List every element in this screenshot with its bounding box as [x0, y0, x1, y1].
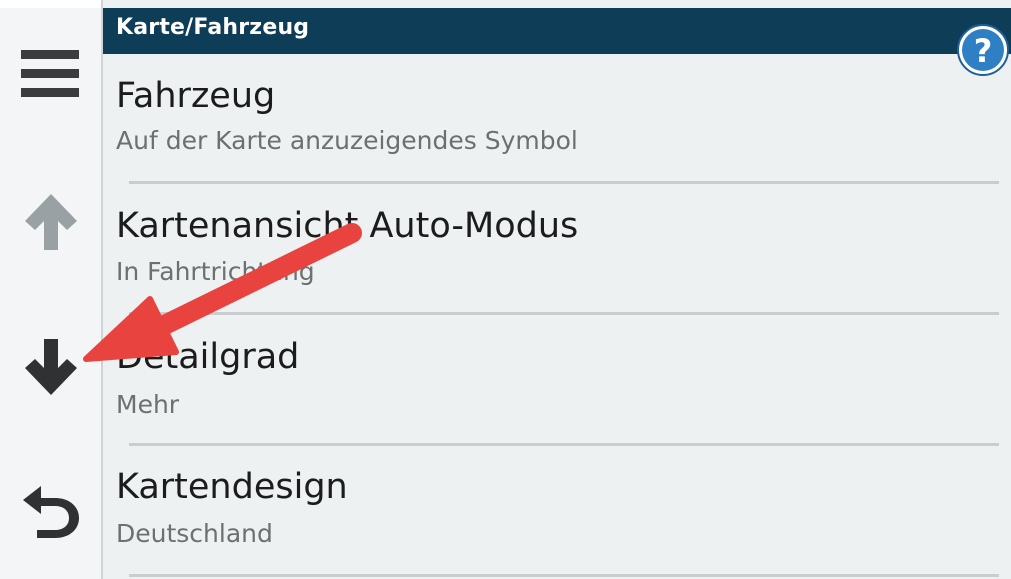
- list-item-subtitle: Deutschland: [116, 519, 273, 548]
- arrow-up-icon: [21, 192, 81, 252]
- list-item-subtitle: Auf der Karte anzuzeigendes Symbol: [116, 126, 578, 155]
- divider: [129, 574, 999, 577]
- list-item-title: Detailgrad: [116, 337, 300, 377]
- menu-button[interactable]: [0, 20, 101, 130]
- scroll-down-button[interactable]: [0, 312, 101, 422]
- list-item-title: Kartenansicht Auto-Modus: [116, 206, 579, 246]
- divider: [129, 312, 999, 315]
- list-item-kartenansicht[interactable]: Kartenansicht Auto-Modus In Fahrtrichtun…: [103, 185, 1011, 317]
- back-icon: [19, 480, 83, 540]
- list-item-subtitle: Mehr: [116, 390, 180, 419]
- list-item-title: Fahrzeug: [116, 76, 276, 116]
- settings-screen: Karte/Fahrzeug Fahrzeug Auf der Karte an…: [0, 0, 1011, 579]
- list-item-kartendesign[interactable]: Kartendesign Deutschland: [103, 447, 1011, 579]
- top-frame: [0, 0, 101, 8]
- arrow-down-icon: [21, 337, 81, 397]
- svg-text:?: ?: [974, 32, 993, 70]
- list-item-subtitle: In Fahrtrichtung: [116, 257, 315, 286]
- help-icon: ?: [957, 24, 1009, 76]
- help-button[interactable]: ?: [956, 23, 1010, 77]
- divider: [129, 181, 999, 184]
- scroll-up-button[interactable]: [0, 167, 101, 277]
- list-item-detailgrad[interactable]: Detailgrad Mehr: [103, 316, 1011, 448]
- screen-header: Karte/Fahrzeug: [103, 8, 1011, 54]
- list-item-fahrzeug[interactable]: Fahrzeug Auf der Karte anzuzeigendes Sym…: [103, 54, 1011, 186]
- side-navigation-rail: [0, 0, 103, 579]
- back-button[interactable]: [0, 455, 101, 565]
- list-item-title: Kartendesign: [116, 467, 348, 507]
- menu-icon: [20, 50, 81, 100]
- page-title: Karte/Fahrzeug: [116, 15, 310, 40]
- divider: [129, 443, 999, 446]
